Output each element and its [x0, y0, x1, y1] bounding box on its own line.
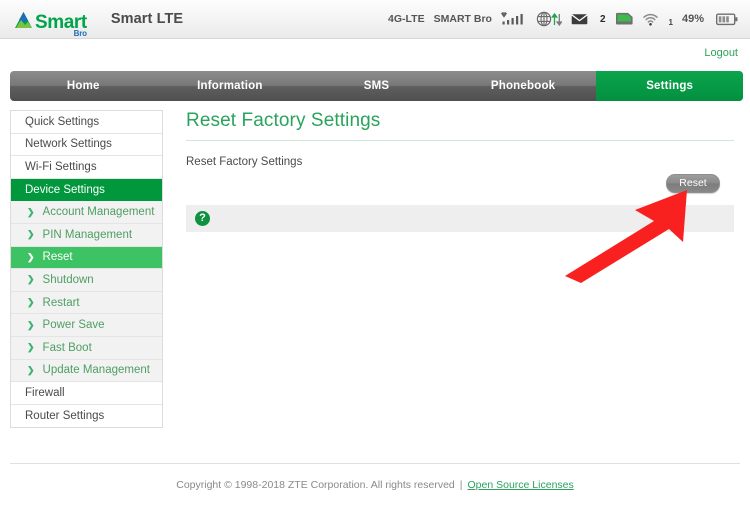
settings-sidebar: Quick Settings Network Settings Wi-Fi Se…	[10, 110, 163, 429]
status-bar: 4G-LTE SMART Bro 2 1 49%	[388, 11, 738, 27]
sidebar-item-label: Account Management	[42, 206, 155, 219]
wifi-icon	[642, 13, 659, 26]
device-title: Smart LTE	[110, 11, 184, 27]
footer-separator: |	[459, 478, 463, 491]
chevron-right-icon: ❯	[27, 206, 35, 217]
battery-icon	[716, 13, 738, 26]
sidebar-item-label: Router Settings	[25, 410, 105, 423]
tab-settings[interactable]: Settings	[596, 71, 743, 101]
sidebar-item-label: Shutdown	[42, 273, 94, 286]
copyright-text: Copyright © 1998-2018 ZTE Corporation. A…	[176, 478, 455, 491]
chevron-right-icon: ❯	[27, 297, 35, 308]
sidebar-item-label: PIN Management	[42, 228, 133, 241]
sidebar-item-label: Update Management	[42, 364, 150, 377]
wifi-client-count: 1	[668, 18, 673, 27]
sidebar-item-device-settings[interactable]: Device Settings	[11, 178, 162, 202]
page-title: Reset Factory Settings	[186, 110, 734, 141]
chevron-right-icon: ❯	[27, 274, 35, 285]
logout-link[interactable]: Logout	[704, 47, 738, 59]
sim-card-icon	[615, 12, 634, 26]
red-arrow-pointing-up-right	[563, 188, 693, 283]
tab-phonebook[interactable]: Phonebook	[450, 71, 597, 101]
envelope-icon	[571, 13, 588, 25]
sidebar-item-firewall[interactable]: Firewall	[11, 382, 162, 405]
reset-button[interactable]: Reset	[666, 174, 720, 193]
sidebar-item-label: Reset	[42, 251, 73, 264]
carrier-label: SMART Bro	[433, 13, 492, 25]
sidebar-item-shutdown[interactable]: ❯ Shutdown	[11, 269, 162, 292]
mountain-triangle-icon	[14, 11, 33, 29]
logo-subtext: Bro	[73, 29, 87, 38]
logout-row: Logout	[0, 39, 750, 71]
question-mark-icon[interactable]: ?	[195, 211, 210, 226]
chevron-right-icon: ❯	[27, 319, 35, 330]
sidebar-item-label: Network Settings	[25, 138, 112, 151]
sidebar-item-pin-management[interactable]: ❯ PIN Management	[11, 223, 162, 247]
sidebar-item-wifi-settings[interactable]: Wi-Fi Settings	[11, 156, 162, 179]
brand-logo[interactable]: Smart Bro	[14, 5, 87, 38]
network-type-label: 4G-LTE	[388, 13, 425, 25]
sidebar-item-reset[interactable]: ❯ Reset	[11, 246, 162, 270]
sidebar-item-power-save[interactable]: ❯ Power Save	[11, 314, 162, 337]
main-content: Reset Factory Settings Reset Factory Set…	[186, 110, 734, 232]
battery-percent: 49%	[681, 13, 704, 25]
chevron-right-icon: ❯	[27, 364, 35, 375]
sidebar-item-label: Quick Settings	[25, 115, 100, 128]
open-source-licenses-link[interactable]: Open Source Licenses	[468, 479, 574, 491]
sidebar-item-label: Restart	[42, 296, 80, 309]
app-header: Smart Bro Smart LTE 4G-LTE SMART Bro 2 1…	[0, 0, 750, 39]
tab-home[interactable]: Home	[10, 71, 157, 101]
signal-bars-icon	[500, 11, 527, 27]
page-footer: Copyright © 1998-2018 ZTE Corporation. A…	[10, 463, 740, 505]
sidebar-item-label: Firewall	[25, 386, 65, 399]
sidebar-item-update-management[interactable]: ❯ Update Management	[11, 359, 162, 383]
sidebar-item-label: Fast Boot	[42, 341, 92, 354]
mail-count: 2	[599, 13, 606, 25]
sidebar-item-fast-boot[interactable]: ❯ Fast Boot	[11, 336, 162, 360]
sidebar-item-account-management[interactable]: ❯ Account Management	[11, 201, 162, 224]
sidebar-item-router-settings[interactable]: Router Settings	[11, 404, 162, 428]
chevron-right-icon: ❯	[27, 342, 35, 353]
tab-sms[interactable]: SMS	[303, 71, 450, 101]
help-bar: ?	[186, 205, 734, 232]
sidebar-item-quick-settings[interactable]: Quick Settings	[11, 111, 162, 134]
sidebar-item-label: Wi-Fi Settings	[25, 160, 97, 173]
sidebar-item-restart[interactable]: ❯ Restart	[11, 291, 162, 315]
sidebar-item-label: Power Save	[42, 319, 105, 332]
chevron-right-icon: ❯	[27, 251, 35, 262]
sidebar-item-network-settings[interactable]: Network Settings	[11, 133, 162, 157]
tab-information[interactable]: Information	[157, 71, 304, 101]
main-navigation-tabs: Home Information SMS Phonebook Settings	[10, 71, 743, 101]
sidebar-item-label: Device Settings	[25, 183, 105, 196]
chevron-right-icon: ❯	[27, 229, 35, 240]
globe-transfer-icon	[536, 11, 562, 27]
section-label: Reset Factory Settings	[186, 156, 303, 168]
